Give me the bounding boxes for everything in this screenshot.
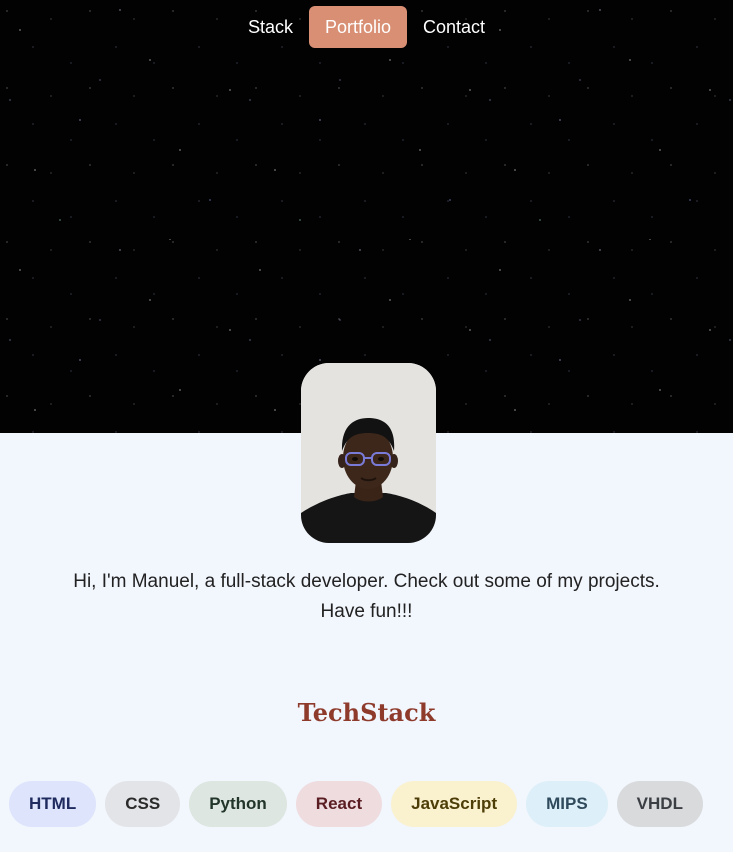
- profile-portrait-illustration: [301, 363, 436, 543]
- techstack-title: TechStack: [297, 698, 436, 727]
- nav-item-stack[interactable]: Stack: [232, 6, 309, 48]
- intro-line-2: Have fun!!!: [320, 601, 413, 622]
- chip-vhdl[interactable]: VHDL: [616, 781, 703, 827]
- intro-line-1: Hi, I'm Manuel, a full-stack developer. …: [73, 571, 660, 592]
- chip-react[interactable]: React: [295, 781, 383, 827]
- chip-mips[interactable]: MIPS: [526, 781, 608, 827]
- chip-javascript[interactable]: JavaScript: [391, 781, 518, 827]
- chip-css[interactable]: CSS: [105, 781, 181, 827]
- chip-html[interactable]: HTML: [9, 781, 97, 827]
- chip-python[interactable]: Python: [189, 781, 287, 827]
- nav-item-contact[interactable]: Contact: [407, 6, 501, 48]
- intro-text: Hi, I'm Manuel, a full-stack developer. …: [40, 567, 693, 627]
- profile-photo: [301, 363, 436, 543]
- nav-item-portfolio[interactable]: Portfolio: [308, 6, 408, 48]
- techstack-chip-row: HTML CSS Python React JavaScript MIPS VH…: [9, 781, 703, 827]
- top-navigation: Stack Portfolio Contact: [0, 6, 733, 48]
